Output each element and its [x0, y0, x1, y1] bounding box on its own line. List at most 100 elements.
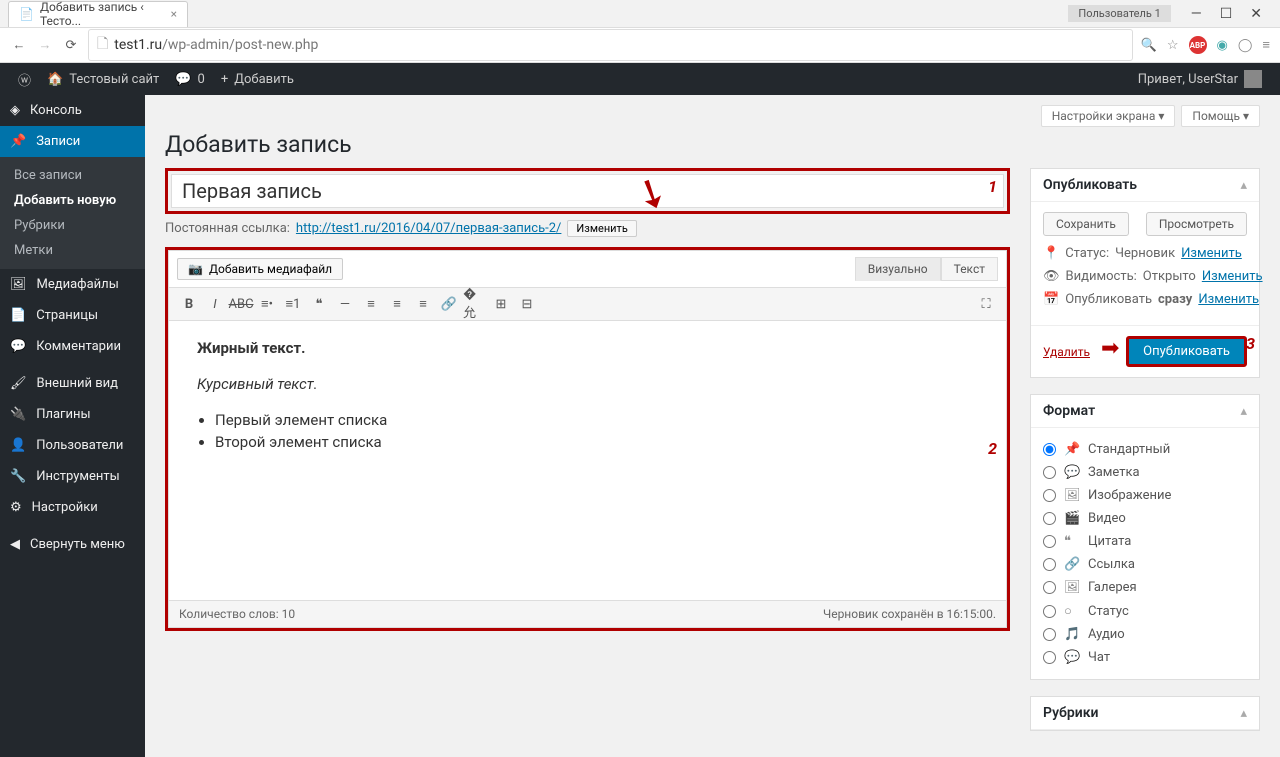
post-title-input[interactable]: [171, 174, 1004, 208]
format-option-3[interactable]: 🎬Видео: [1043, 507, 1247, 530]
sidebar-item-plugins[interactable]: 🔌Плагины: [0, 399, 145, 430]
user-badge[interactable]: Пользователь 1: [1068, 5, 1170, 22]
ol-button[interactable]: ≡1: [281, 292, 305, 316]
toggle-icon[interactable]: ▴: [1240, 404, 1247, 419]
hr-button[interactable]: —: [333, 292, 357, 316]
pin-icon: 📌: [10, 134, 26, 149]
forward-icon[interactable]: →: [36, 36, 54, 54]
key-icon: 📍: [1043, 246, 1059, 261]
format-option-0[interactable]: 📌Стандартный: [1043, 438, 1247, 461]
edit-schedule[interactable]: Изменить: [1198, 292, 1259, 307]
add-new-link[interactable]: +Добавить: [213, 63, 302, 95]
edit-visibility[interactable]: Изменить: [1202, 269, 1263, 284]
maximize-icon[interactable]: ☐: [1220, 6, 1233, 22]
add-media-button[interactable]: 📷Добавить медиафайл: [177, 258, 343, 280]
format-option-8[interactable]: 🎵Аудио: [1043, 623, 1247, 646]
toolbar-toggle-button[interactable]: ⊟: [515, 292, 539, 316]
format-radio[interactable]: [1043, 512, 1056, 525]
link-button[interactable]: 🔗: [437, 292, 461, 316]
user-greeting[interactable]: Привет, UserStar: [1130, 63, 1270, 95]
sidebar-item-tools[interactable]: 🔧Инструменты: [0, 461, 145, 492]
browser-tab[interactable]: 📄 Добавить запись ‹ Тесто... ×: [8, 1, 188, 27]
format-option-1[interactable]: 💬Заметка: [1043, 461, 1247, 484]
star-icon[interactable]: ☆: [1167, 38, 1179, 53]
delete-link[interactable]: Удалить: [1043, 345, 1090, 359]
sidebar-item-users[interactable]: 👤Пользователи: [0, 430, 145, 461]
align-right-button[interactable]: ≡: [411, 292, 435, 316]
editor-content[interactable]: Жирный текст. Курсивный текст. Первый эл…: [168, 321, 1007, 601]
comments-link[interactable]: 💬0: [167, 63, 213, 95]
more-button[interactable]: ⊞: [489, 292, 513, 316]
edit-status[interactable]: Изменить: [1181, 246, 1242, 261]
url-input[interactable]: 🗋 test1.ru/wp-admin/post-new.php: [88, 29, 1133, 61]
tab-text[interactable]: Текст: [941, 257, 998, 281]
sidebar-item-posts[interactable]: 📌Записи: [0, 126, 145, 157]
submenu-categories[interactable]: Рубрики: [0, 213, 145, 238]
italic-button[interactable]: I: [203, 292, 227, 316]
minimize-icon[interactable]: —: [1191, 6, 1202, 22]
reload-icon[interactable]: ⟳: [62, 36, 80, 54]
format-option-9[interactable]: 💬Чат: [1043, 646, 1247, 669]
profile-icon[interactable]: ◯: [1238, 38, 1253, 53]
format-radio[interactable]: [1043, 443, 1056, 456]
sidebar-item-appearance[interactable]: 🖌Внешний вид: [0, 368, 145, 399]
submenu-add-new[interactable]: Добавить новую: [0, 188, 145, 213]
format-radio[interactable]: [1043, 558, 1056, 571]
unlink-button[interactable]: �允: [463, 292, 487, 316]
save-draft-button[interactable]: Сохранить: [1043, 212, 1129, 236]
submenu-all-posts[interactable]: Все записи: [0, 163, 145, 188]
format-option-2[interactable]: 🖼Изображение: [1043, 484, 1247, 507]
tab-visual[interactable]: Визуально: [855, 257, 941, 281]
format-radio[interactable]: [1043, 605, 1056, 618]
format-option-7[interactable]: ○Статус: [1043, 599, 1247, 623]
site-link[interactable]: 🏠Тестовый сайт: [39, 63, 167, 95]
wp-logo[interactable]: ⓦ: [10, 63, 39, 95]
zoom-icon[interactable]: 🔍: [1141, 38, 1157, 53]
align-center-button[interactable]: ≡: [385, 292, 409, 316]
toggle-icon[interactable]: ▴: [1240, 706, 1247, 721]
close-icon[interactable]: ✕: [1250, 6, 1262, 22]
format-radio[interactable]: [1043, 535, 1056, 548]
permalink-edit-button[interactable]: Изменить: [567, 220, 636, 237]
permalink-url[interactable]: http://test1.ru/2016/04/07/первая-запись…: [296, 221, 561, 236]
screen-options-button[interactable]: Настройки экрана ▾: [1041, 105, 1176, 127]
align-left-button[interactable]: ≡: [359, 292, 383, 316]
abp-icon[interactable]: ABP: [1189, 36, 1207, 54]
dashboard-icon: ◈: [10, 103, 20, 118]
ul-button[interactable]: ≡•: [255, 292, 279, 316]
permalink-row: Постоянная ссылка: http://test1.ru/2016/…: [165, 220, 1010, 237]
wordpress-icon: ⓦ: [18, 70, 31, 89]
format-radio[interactable]: [1043, 628, 1056, 641]
fullscreen-button[interactable]: ⛶: [974, 292, 998, 316]
publish-box: Опубликовать▴ Сохранить Просмотреть 📍Ста…: [1030, 168, 1260, 378]
quote-button[interactable]: ❝: [307, 292, 331, 316]
menu-icon[interactable]: ≡: [1262, 37, 1270, 53]
format-radio[interactable]: [1043, 489, 1056, 502]
toggle-icon[interactable]: ▴: [1240, 178, 1247, 193]
format-radio[interactable]: [1043, 466, 1056, 479]
format-radio[interactable]: [1043, 651, 1056, 664]
tab-close-icon[interactable]: ×: [171, 7, 177, 21]
preview-button[interactable]: Просмотреть: [1146, 212, 1247, 236]
bold-button[interactable]: B: [177, 292, 201, 316]
back-icon[interactable]: ←: [10, 36, 28, 54]
editor-toolbar: B I ABC ≡• ≡1 ❝ — ≡ ≡ ≡ 🔗 �允 ⊞ ⊟: [168, 287, 1007, 321]
sidebar-collapse[interactable]: ◀Свернуть меню: [0, 529, 145, 560]
format-option-4[interactable]: ❝Цитата: [1043, 530, 1247, 553]
sidebar-item-pages[interactable]: 📄Страницы: [0, 300, 145, 331]
sidebar-item-dashboard[interactable]: ◈Консоль: [0, 95, 145, 126]
format-option-5[interactable]: 🔗Ссылка: [1043, 553, 1247, 576]
user-icon: 👤: [10, 438, 26, 453]
strike-button[interactable]: ABC: [229, 292, 253, 316]
sync-icon[interactable]: ◉: [1217, 38, 1228, 53]
publish-button[interactable]: Опубликовать: [1126, 336, 1247, 367]
page-info-icon: 🗋: [97, 33, 108, 57]
sidebar-item-media[interactable]: 🖼Медиафайлы: [0, 269, 145, 300]
format-radio[interactable]: [1043, 581, 1056, 594]
sidebar-item-comments[interactable]: 💬Комментарии: [0, 331, 145, 362]
format-option-6[interactable]: 🖼Галерея: [1043, 576, 1247, 599]
format-icon: ❝: [1064, 534, 1080, 549]
sidebar-item-settings[interactable]: ⚙Настройки: [0, 492, 145, 523]
submenu-tags[interactable]: Метки: [0, 238, 145, 263]
help-button[interactable]: Помощь ▾: [1181, 105, 1260, 127]
